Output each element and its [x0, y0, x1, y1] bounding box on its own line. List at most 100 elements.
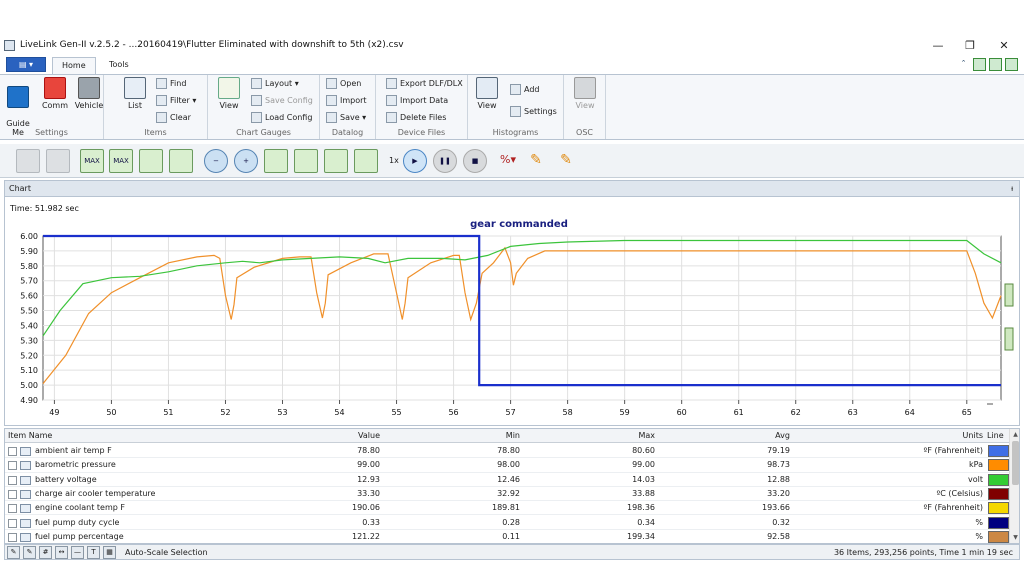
x-tick-label: 57	[506, 408, 516, 417]
table-row[interactable]: ambient air temp F 78.80 78.80 80.60 79.19 ºF…	[5, 444, 1009, 459]
clear-button[interactable]: Clear	[156, 111, 191, 125]
quick-access-icon-3[interactable]	[1005, 58, 1018, 71]
header-max[interactable]: Max	[610, 429, 655, 443]
scroll-thumb[interactable]	[1012, 441, 1019, 485]
table-row[interactable]: battery voltage 12.93 12.46 14.03 12.88 volt	[5, 473, 1009, 487]
save-button[interactable]: Save ▾	[326, 111, 366, 125]
filter-button[interactable]: Filter ▾	[156, 94, 196, 108]
group-label-chart-gauges: Chart Gauges	[236, 128, 291, 137]
file-menu-button[interactable]: ▤ ▾	[6, 57, 46, 72]
row-checkbox[interactable]	[8, 518, 17, 528]
collapse-ribbon-icon[interactable]: ⌃	[957, 58, 970, 71]
x-tick-label: 51	[163, 408, 173, 417]
cell-avg: 79.19	[767, 446, 790, 455]
line-color-swatch[interactable]	[988, 459, 1009, 472]
pencil-icon[interactable]: ✎	[7, 546, 20, 559]
open-button[interactable]: Open	[326, 77, 361, 91]
close-button[interactable]: ✕	[994, 38, 1014, 54]
histogram-settings-button[interactable]: Settings	[510, 105, 557, 119]
quick-access-icon-2[interactable]	[989, 58, 1002, 71]
row-checkbox[interactable]	[8, 447, 17, 456]
pencil-red-icon[interactable]: ✎	[23, 546, 36, 559]
table-row[interactable]: fuel pump duty cycle 0.33 0.28 0.34 0.32%	[5, 516, 1009, 530]
osc-view-button[interactable]: View	[570, 77, 600, 110]
line-color-swatch[interactable]	[988, 445, 1009, 457]
max-all-button[interactable]: MAX	[109, 149, 133, 173]
table-row[interactable]: fuel pump percentage 121.22 0.11 199.34 92.5…	[5, 530, 1009, 543]
header-min[interactable]: Min	[475, 429, 520, 443]
play-icon[interactable]: ▶	[403, 149, 427, 173]
scroll-right-icon[interactable]	[294, 149, 318, 173]
line-color-swatch[interactable]	[988, 502, 1009, 515]
load-config-button[interactable]: Load Config	[251, 111, 312, 125]
header-units[interactable]: Units	[905, 429, 983, 443]
table-row[interactable]: barometric pressure 99.00 98.00 99.00 98.73 k…	[5, 458, 1009, 473]
row-checkbox[interactable]	[8, 532, 17, 542]
row-checkbox[interactable]	[8, 475, 17, 485]
line-color-swatch[interactable]	[988, 473, 1009, 486]
max-y-button[interactable]: MAX	[80, 149, 104, 173]
maximize-button[interactable]: ❐	[960, 38, 980, 54]
chart-view-button[interactable]: View	[214, 77, 244, 110]
line-style-icon[interactable]: —	[71, 546, 84, 559]
header-line[interactable]: Line	[987, 429, 1004, 443]
line-color-swatch[interactable]	[988, 530, 1009, 543]
table-row[interactable]: engine coolant temp F 190.06 189.81 198.36 1…	[5, 501, 1009, 516]
vehicle-button[interactable]: Vehicle	[74, 77, 104, 110]
minimize-button[interactable]: —	[928, 38, 948, 54]
table-row[interactable]: charge air cooler temperature 33.30 32.92 3…	[5, 487, 1009, 502]
comm-button[interactable]: Comm	[40, 77, 70, 110]
marker-left-icon[interactable]: ✎	[524, 149, 548, 173]
scroll-left-icon[interactable]	[264, 149, 288, 173]
tab-home[interactable]: Home	[52, 57, 96, 74]
zoom-out-icon[interactable]: −	[204, 149, 228, 173]
percent-icon[interactable]: %▾	[496, 149, 520, 173]
scale-up-icon[interactable]	[139, 149, 163, 173]
cursor-right-icon[interactable]	[354, 149, 378, 173]
row-checkbox[interactable]	[8, 504, 17, 514]
histogram-add-button[interactable]: Add	[510, 83, 540, 97]
fit-width-icon[interactable]: ↔	[55, 546, 68, 559]
ribbon-group-settings: Guide Me Comm Vehicle Settings	[0, 75, 104, 139]
tab-tools[interactable]: Tools	[100, 57, 138, 74]
find-button[interactable]: Find	[156, 77, 186, 91]
text-icon[interactable]: T	[87, 546, 100, 559]
header-avg[interactable]: Avg	[745, 429, 790, 443]
export-dlf-button[interactable]: Export DLF/DLX	[386, 77, 463, 91]
row-checkbox[interactable]	[8, 461, 17, 471]
header-value[interactable]: Value	[335, 429, 380, 443]
ribbon-group-histograms: View Add Settings Histograms	[468, 75, 564, 139]
scroll-up-icon[interactable]: ▲	[1011, 430, 1019, 439]
scale-down-icon[interactable]	[169, 149, 193, 173]
scroll-down-icon[interactable]: ▼	[1011, 533, 1019, 542]
quick-access-icon-1[interactable]	[973, 58, 986, 71]
layout-button[interactable]: Layout ▾	[251, 77, 299, 91]
histogram-view-button[interactable]: View	[472, 77, 502, 110]
playback-speed-label[interactable]: 1x	[389, 156, 399, 165]
hash-icon[interactable]: #	[39, 546, 52, 559]
delete-files-button[interactable]: Delete Files	[386, 111, 446, 125]
scale-handle-icon	[1004, 327, 1014, 351]
auto-scale-icon[interactable]: ▦	[103, 546, 116, 559]
cell-units: ºC (Celsius)	[936, 488, 984, 498]
import-button[interactable]: Import	[326, 94, 367, 108]
stop-icon[interactable]: ■	[463, 149, 487, 173]
delete-icon	[386, 112, 397, 123]
import-data-button[interactable]: Import Data	[386, 94, 448, 108]
zoom-in-icon[interactable]: +	[234, 149, 258, 173]
header-item-name[interactable]: Item Name	[8, 429, 52, 443]
line-color-swatch[interactable]	[988, 487, 1009, 500]
cursor-left-icon[interactable]	[324, 149, 348, 173]
line-color-swatch[interactable]	[988, 516, 1009, 529]
pin-icon[interactable]: ᵼ	[1011, 181, 1013, 197]
grid-scrollbar[interactable]: ▲ ▼	[1009, 429, 1019, 543]
cell-item-name: engine coolant temp F	[35, 503, 125, 513]
save-config-button[interactable]: Save Config	[251, 94, 313, 108]
list-button[interactable]: List	[120, 77, 150, 110]
chart-canvas[interactable]: Time: 51.982 sec gear commanded 6.00 5.90…	[5, 198, 1019, 426]
save-chart-icon[interactable]	[46, 149, 70, 173]
row-checkbox[interactable]	[8, 489, 17, 499]
marker-right-icon[interactable]: ✎	[554, 149, 578, 173]
pause-icon[interactable]: ❚❚	[433, 149, 457, 173]
record-icon[interactable]	[16, 149, 40, 173]
